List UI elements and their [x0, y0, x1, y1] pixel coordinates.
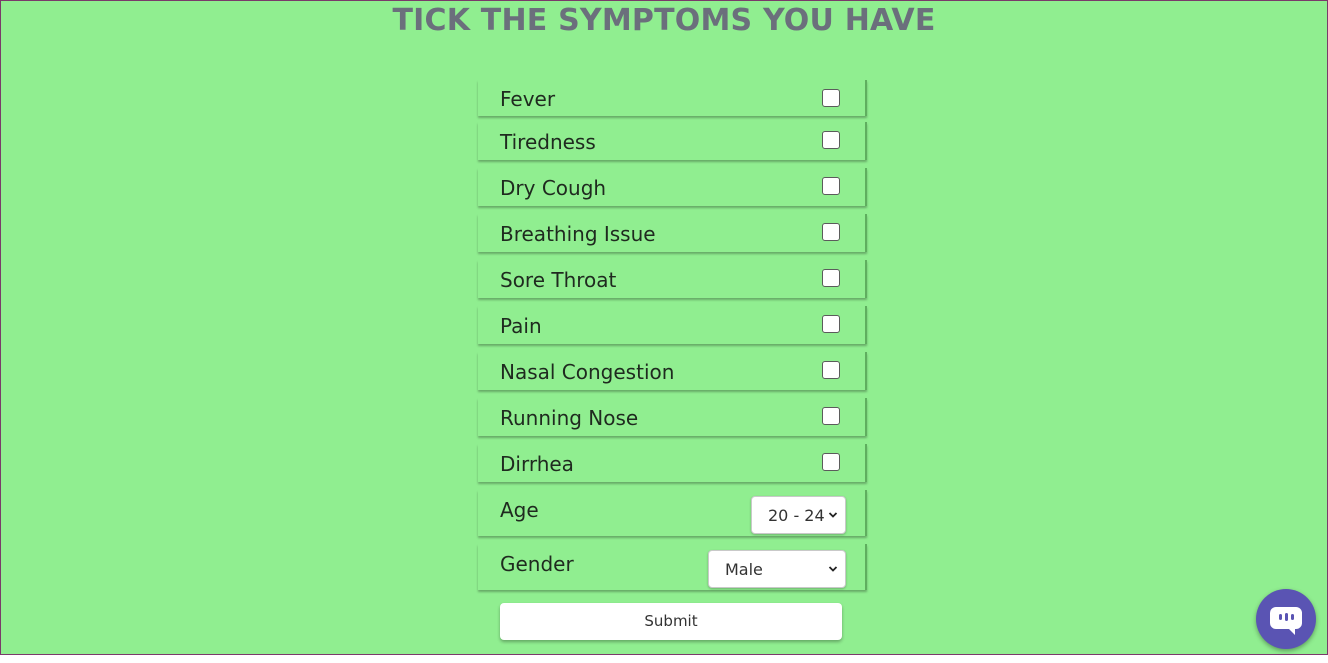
- running-nose-checkbox[interactable]: [822, 407, 840, 425]
- symptom-label: Sore Throat: [500, 268, 617, 292]
- gender-selected-value: Male: [725, 560, 763, 579]
- breathing-issue-checkbox[interactable]: [822, 223, 840, 241]
- symptom-form: Fever Tiredness Dry Cough Breathing Issu…: [478, 80, 867, 640]
- chat-widget-button[interactable]: [1256, 589, 1316, 649]
- age-label: Age: [500, 498, 539, 522]
- symptom-row-pain: Pain: [478, 306, 867, 344]
- symptom-row-breathing-issue: Breathing Issue: [478, 214, 867, 252]
- gender-select[interactable]: Male: [708, 550, 846, 588]
- submit-button[interactable]: Submit: [500, 603, 842, 640]
- dirrhea-checkbox[interactable]: [822, 453, 840, 471]
- sore-throat-checkbox[interactable]: [822, 269, 840, 287]
- nasal-congestion-checkbox[interactable]: [822, 361, 840, 379]
- symptom-row-nasal-congestion: Nasal Congestion: [478, 352, 867, 390]
- symptom-label: Tiredness: [500, 130, 596, 154]
- age-row: Age 20 - 24: [478, 490, 867, 536]
- age-select[interactable]: 20 - 24: [751, 496, 846, 534]
- symptom-label: Running Nose: [500, 406, 639, 430]
- symptom-label: Dry Cough: [500, 176, 607, 200]
- tiredness-checkbox[interactable]: [822, 131, 840, 149]
- pain-checkbox[interactable]: [822, 315, 840, 333]
- gender-label: Gender: [500, 552, 574, 576]
- symptom-label: Nasal Congestion: [500, 360, 675, 384]
- symptom-row-sore-throat: Sore Throat: [478, 260, 867, 298]
- chevron-down-icon: [828, 566, 838, 572]
- symptom-row-dry-cough: Dry Cough: [478, 168, 867, 206]
- symptom-form-page: TICK THE SYMPTOMS YOU HAVE Fever Tiredne…: [0, 0, 1328, 655]
- fever-checkbox[interactable]: [822, 89, 840, 107]
- symptom-label: Dirrhea: [500, 452, 574, 476]
- symptom-row-tiredness: Tiredness: [478, 122, 867, 160]
- symptom-label: Breathing Issue: [500, 222, 656, 246]
- symptom-label: Fever: [500, 87, 556, 111]
- symptom-row-running-nose: Running Nose: [478, 398, 867, 436]
- chat-bubble-icon: [1270, 607, 1302, 635]
- age-selected-value: 20 - 24: [768, 506, 825, 525]
- chevron-down-icon: [828, 512, 838, 518]
- page-title: TICK THE SYMPTOMS YOU HAVE: [392, 3, 936, 38]
- gender-row: Gender Male: [478, 544, 867, 590]
- symptom-row-fever: Fever: [478, 80, 867, 116]
- symptom-label: Pain: [500, 314, 542, 338]
- symptom-row-dirrhea: Dirrhea: [478, 444, 867, 482]
- dry-cough-checkbox[interactable]: [822, 177, 840, 195]
